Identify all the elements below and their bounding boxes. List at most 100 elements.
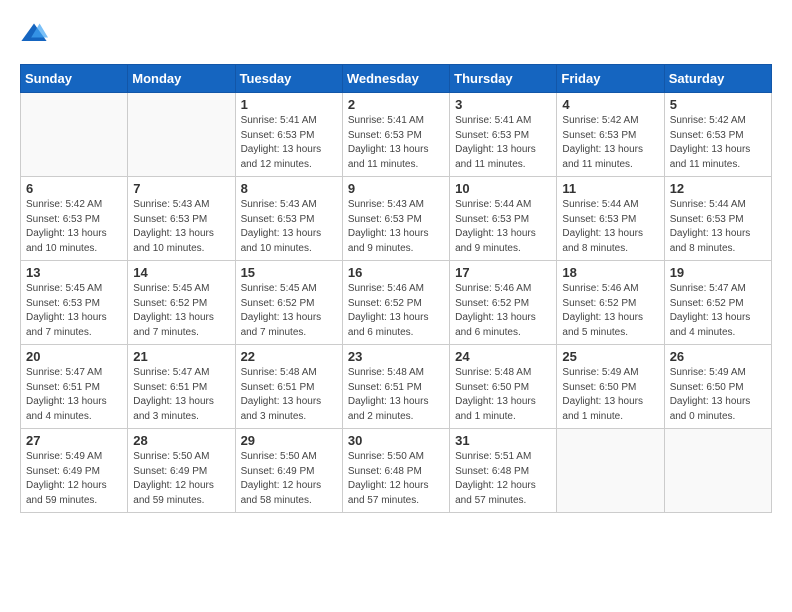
day-number: 17 bbox=[455, 265, 551, 280]
calendar-cell: 6 Sunrise: 5:42 AM Sunset: 6:53 PM Daylig… bbox=[21, 177, 128, 261]
day-number: 5 bbox=[670, 97, 766, 112]
day-number: 13 bbox=[26, 265, 122, 280]
day-info: Sunrise: 5:50 AM Sunset: 6:49 PM Dayligh… bbox=[133, 450, 229, 508]
day-info: Sunrise: 5:44 AM Sunset: 6:53 PM Dayligh… bbox=[455, 198, 551, 256]
calendar-cell: 29 Sunrise: 5:50 AM Sunset: 6:49 PM Dayli… bbox=[235, 429, 342, 513]
day-info: Sunrise: 5:48 AM Sunset: 6:51 PM Dayligh… bbox=[241, 366, 337, 424]
day-info: Sunrise: 5:41 AM Sunset: 6:53 PM Dayligh… bbox=[241, 114, 337, 172]
weekday-header-friday: Friday bbox=[557, 65, 664, 93]
calendar-cell bbox=[21, 93, 128, 177]
day-number: 22 bbox=[241, 349, 337, 364]
calendar-cell bbox=[664, 429, 771, 513]
day-number: 14 bbox=[133, 265, 229, 280]
calendar-week-row: 13 Sunrise: 5:45 AM Sunset: 6:53 PM Dayli… bbox=[21, 261, 772, 345]
calendar-cell: 26 Sunrise: 5:49 AM Sunset: 6:50 PM Dayli… bbox=[664, 345, 771, 429]
day-info: Sunrise: 5:48 AM Sunset: 6:51 PM Dayligh… bbox=[348, 366, 444, 424]
day-info: Sunrise: 5:47 AM Sunset: 6:51 PM Dayligh… bbox=[133, 366, 229, 424]
day-info: Sunrise: 5:47 AM Sunset: 6:51 PM Dayligh… bbox=[26, 366, 122, 424]
calendar-cell: 15 Sunrise: 5:45 AM Sunset: 6:52 PM Dayli… bbox=[235, 261, 342, 345]
day-info: Sunrise: 5:43 AM Sunset: 6:53 PM Dayligh… bbox=[133, 198, 229, 256]
calendar-cell: 3 Sunrise: 5:41 AM Sunset: 6:53 PM Daylig… bbox=[450, 93, 557, 177]
calendar-cell: 21 Sunrise: 5:47 AM Sunset: 6:51 PM Dayli… bbox=[128, 345, 235, 429]
day-number: 20 bbox=[26, 349, 122, 364]
day-number: 25 bbox=[562, 349, 658, 364]
day-number: 15 bbox=[241, 265, 337, 280]
calendar-cell: 14 Sunrise: 5:45 AM Sunset: 6:52 PM Dayli… bbox=[128, 261, 235, 345]
calendar-cell: 22 Sunrise: 5:48 AM Sunset: 6:51 PM Dayli… bbox=[235, 345, 342, 429]
day-info: Sunrise: 5:50 AM Sunset: 6:48 PM Dayligh… bbox=[348, 450, 444, 508]
calendar-week-row: 20 Sunrise: 5:47 AM Sunset: 6:51 PM Dayli… bbox=[21, 345, 772, 429]
day-info: Sunrise: 5:41 AM Sunset: 6:53 PM Dayligh… bbox=[455, 114, 551, 172]
day-info: Sunrise: 5:45 AM Sunset: 6:52 PM Dayligh… bbox=[133, 282, 229, 340]
day-number: 31 bbox=[455, 433, 551, 448]
day-number: 6 bbox=[26, 181, 122, 196]
day-number: 11 bbox=[562, 181, 658, 196]
day-info: Sunrise: 5:47 AM Sunset: 6:52 PM Dayligh… bbox=[670, 282, 766, 340]
day-info: Sunrise: 5:49 AM Sunset: 6:50 PM Dayligh… bbox=[670, 366, 766, 424]
weekday-header-thursday: Thursday bbox=[450, 65, 557, 93]
calendar-cell bbox=[128, 93, 235, 177]
weekday-header-sunday: Sunday bbox=[21, 65, 128, 93]
calendar-cell: 18Sunrise: 5:46 AM Sunset: 6:52 PM Dayli… bbox=[557, 261, 664, 345]
day-info: Sunrise: 5:46 AM Sunset: 6:52 PM Dayligh… bbox=[562, 282, 658, 340]
weekday-header-saturday: Saturday bbox=[664, 65, 771, 93]
logo-icon bbox=[20, 20, 48, 48]
calendar-cell: 2Sunrise: 5:41 AM Sunset: 6:53 PM Daylig… bbox=[342, 93, 449, 177]
day-number: 23 bbox=[348, 349, 444, 364]
calendar-week-row: 1Sunrise: 5:41 AM Sunset: 6:53 PM Daylig… bbox=[21, 93, 772, 177]
calendar-cell: 4 Sunrise: 5:42 AM Sunset: 6:53 PM Daylig… bbox=[557, 93, 664, 177]
calendar-cell: 31 Sunrise: 5:51 AM Sunset: 6:48 PM Dayli… bbox=[450, 429, 557, 513]
calendar-week-row: 6 Sunrise: 5:42 AM Sunset: 6:53 PM Daylig… bbox=[21, 177, 772, 261]
calendar-cell: 19 Sunrise: 5:47 AM Sunset: 6:52 PM Dayli… bbox=[664, 261, 771, 345]
calendar-cell: 17Sunrise: 5:46 AM Sunset: 6:52 PM Dayli… bbox=[450, 261, 557, 345]
day-info: Sunrise: 5:49 AM Sunset: 6:49 PM Dayligh… bbox=[26, 450, 122, 508]
weekday-header-monday: Monday bbox=[128, 65, 235, 93]
day-info: Sunrise: 5:42 AM Sunset: 6:53 PM Dayligh… bbox=[670, 114, 766, 172]
day-info: Sunrise: 5:44 AM Sunset: 6:53 PM Dayligh… bbox=[670, 198, 766, 256]
weekday-header-row: SundayMondayTuesdayWednesdayThursdayFrid… bbox=[21, 65, 772, 93]
day-number: 29 bbox=[241, 433, 337, 448]
weekday-header-wednesday: Wednesday bbox=[342, 65, 449, 93]
day-number: 26 bbox=[670, 349, 766, 364]
day-info: Sunrise: 5:51 AM Sunset: 6:48 PM Dayligh… bbox=[455, 450, 551, 508]
calendar-cell: 11 Sunrise: 5:44 AM Sunset: 6:53 PM Dayli… bbox=[557, 177, 664, 261]
day-info: Sunrise: 5:43 AM Sunset: 6:53 PM Dayligh… bbox=[241, 198, 337, 256]
calendar-cell: 24 Sunrise: 5:48 AM Sunset: 6:50 PM Dayli… bbox=[450, 345, 557, 429]
calendar-cell: 23 Sunrise: 5:48 AM Sunset: 6:51 PM Dayli… bbox=[342, 345, 449, 429]
day-number: 24 bbox=[455, 349, 551, 364]
day-number: 10 bbox=[455, 181, 551, 196]
calendar-cell: 20 Sunrise: 5:47 AM Sunset: 6:51 PM Dayli… bbox=[21, 345, 128, 429]
calendar-cell: 1Sunrise: 5:41 AM Sunset: 6:53 PM Daylig… bbox=[235, 93, 342, 177]
day-number: 8 bbox=[241, 181, 337, 196]
day-info: Sunrise: 5:48 AM Sunset: 6:50 PM Dayligh… bbox=[455, 366, 551, 424]
logo bbox=[20, 20, 52, 48]
day-info: Sunrise: 5:44 AM Sunset: 6:53 PM Dayligh… bbox=[562, 198, 658, 256]
day-number: 4 bbox=[562, 97, 658, 112]
calendar-week-row: 27 Sunrise: 5:49 AM Sunset: 6:49 PM Dayli… bbox=[21, 429, 772, 513]
day-info: Sunrise: 5:49 AM Sunset: 6:50 PM Dayligh… bbox=[562, 366, 658, 424]
day-info: Sunrise: 5:42 AM Sunset: 6:53 PM Dayligh… bbox=[562, 114, 658, 172]
calendar-cell: 10 Sunrise: 5:44 AM Sunset: 6:53 PM Dayli… bbox=[450, 177, 557, 261]
day-number: 3 bbox=[455, 97, 551, 112]
day-info: Sunrise: 5:45 AM Sunset: 6:52 PM Dayligh… bbox=[241, 282, 337, 340]
day-number: 27 bbox=[26, 433, 122, 448]
day-info: Sunrise: 5:50 AM Sunset: 6:49 PM Dayligh… bbox=[241, 450, 337, 508]
day-number: 30 bbox=[348, 433, 444, 448]
day-info: Sunrise: 5:42 AM Sunset: 6:53 PM Dayligh… bbox=[26, 198, 122, 256]
day-number: 16 bbox=[348, 265, 444, 280]
day-info: Sunrise: 5:46 AM Sunset: 6:52 PM Dayligh… bbox=[348, 282, 444, 340]
calendar-cell: 27 Sunrise: 5:49 AM Sunset: 6:49 PM Dayli… bbox=[21, 429, 128, 513]
calendar-cell: 8 Sunrise: 5:43 AM Sunset: 6:53 PM Daylig… bbox=[235, 177, 342, 261]
day-number: 7 bbox=[133, 181, 229, 196]
calendar-cell: 9Sunrise: 5:43 AM Sunset: 6:53 PM Daylig… bbox=[342, 177, 449, 261]
day-number: 28 bbox=[133, 433, 229, 448]
day-number: 19 bbox=[670, 265, 766, 280]
calendar-cell: 25 Sunrise: 5:49 AM Sunset: 6:50 PM Dayli… bbox=[557, 345, 664, 429]
day-number: 21 bbox=[133, 349, 229, 364]
calendar-cell: 12Sunrise: 5:44 AM Sunset: 6:53 PM Dayli… bbox=[664, 177, 771, 261]
day-info: Sunrise: 5:41 AM Sunset: 6:53 PM Dayligh… bbox=[348, 114, 444, 172]
calendar-cell: 28 Sunrise: 5:50 AM Sunset: 6:49 PM Dayli… bbox=[128, 429, 235, 513]
calendar-cell: 13 Sunrise: 5:45 AM Sunset: 6:53 PM Dayli… bbox=[21, 261, 128, 345]
calendar-cell bbox=[557, 429, 664, 513]
day-info: Sunrise: 5:45 AM Sunset: 6:53 PM Dayligh… bbox=[26, 282, 122, 340]
